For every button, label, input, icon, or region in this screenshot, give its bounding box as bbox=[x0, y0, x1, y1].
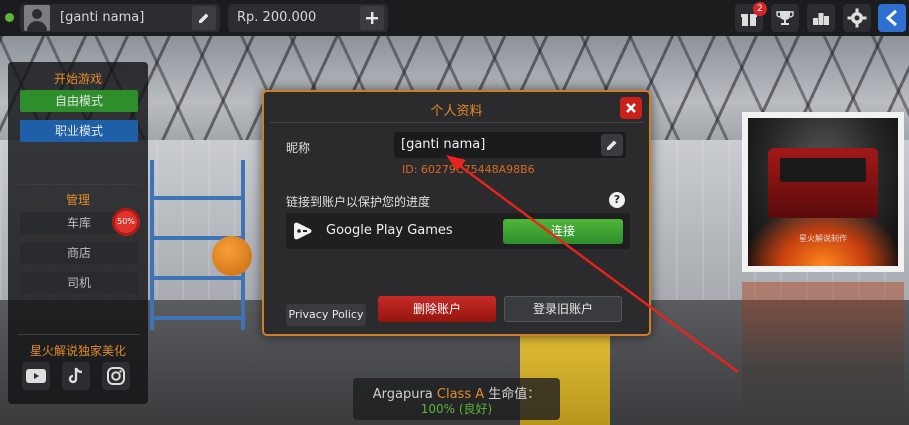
truck-health-value: 100% (良好) bbox=[420, 402, 493, 416]
tiktok-icon bbox=[68, 367, 83, 384]
trophy-icon bbox=[776, 11, 794, 25]
edit-nickname-button[interactable] bbox=[601, 134, 623, 156]
gift-button[interactable]: 2 bbox=[735, 2, 767, 32]
back-button[interactable] bbox=[878, 4, 906, 32]
plus-icon bbox=[366, 12, 378, 24]
nickname-label: 昵称 bbox=[286, 141, 311, 155]
settings-button[interactable] bbox=[843, 4, 871, 32]
online-status-dot bbox=[5, 13, 14, 22]
manage-section-title: 管理 bbox=[65, 193, 90, 207]
top-bar: [ganti nama] Rp. 200.000 2 bbox=[0, 0, 909, 36]
google-play-row: Google Play Games 连接 bbox=[286, 213, 630, 249]
career-mode-button[interactable]: 职业模式 bbox=[20, 120, 138, 142]
gas-tank bbox=[212, 236, 252, 276]
player-id: ID: 60279C75448A98B6 bbox=[402, 163, 535, 176]
profile-chip[interactable]: [ganti nama] bbox=[20, 4, 220, 32]
play-section-title: 开始游戏 bbox=[53, 72, 102, 86]
leaderboard-icon bbox=[813, 13, 829, 25]
back-chevron-icon bbox=[885, 9, 897, 27]
profile-dialog: 个人资料 昵称 [ganti nama] ID: 60279C75448A98B… bbox=[262, 90, 651, 336]
money-value: Rp. 200.000 bbox=[237, 10, 317, 25]
pencil-icon bbox=[607, 140, 617, 150]
instagram-icon bbox=[107, 367, 125, 385]
settings-gear-icon bbox=[847, 8, 867, 28]
free-mode-button[interactable]: 自由模式 bbox=[20, 90, 138, 112]
nickname-field[interactable]: [ganti nama] bbox=[394, 132, 626, 158]
link-account-label: 链接到账户以保护您的进度 bbox=[286, 195, 431, 209]
edit-name-button[interactable] bbox=[192, 6, 216, 30]
tiktok-button[interactable] bbox=[62, 362, 90, 390]
poster-reflection bbox=[742, 282, 904, 425]
close-dialog-button[interactable] bbox=[620, 97, 642, 119]
poster-truck bbox=[768, 148, 878, 218]
sale-badge: 50% bbox=[112, 208, 140, 236]
leaderboard-button[interactable] bbox=[807, 4, 835, 32]
trophy-button[interactable] bbox=[771, 4, 799, 32]
google-play-games-icon bbox=[294, 222, 312, 240]
help-icon[interactable]: ? bbox=[609, 192, 625, 208]
drivers-button[interactable]: 司机 bbox=[20, 272, 138, 294]
left-menu-panel: 开始游戏 自由模式 职业模式 管理 车库 50% 商店 司机 星火解说独家美化 bbox=[8, 62, 148, 404]
instagram-button[interactable] bbox=[102, 362, 130, 390]
player-name: [ganti nama] bbox=[60, 10, 145, 25]
credit-text: 星火解说独家美化 bbox=[29, 344, 126, 358]
poster-image: 星火解说制作 bbox=[748, 118, 898, 266]
add-money-button[interactable] bbox=[360, 6, 384, 30]
nickname-value: [ganti nama] bbox=[401, 137, 486, 152]
login-old-account-button[interactable]: 登录旧账户 bbox=[504, 296, 622, 322]
close-icon bbox=[626, 103, 636, 113]
pencil-icon bbox=[199, 13, 209, 23]
truck-info-panel: Argapura Class A 生命值： 100% (良好) bbox=[353, 378, 560, 420]
truck-poster: 星火解说制作 bbox=[742, 112, 904, 272]
youtube-button[interactable] bbox=[22, 362, 50, 390]
gift-count-badge: 2 bbox=[753, 2, 767, 16]
delete-account-button[interactable]: 删除账户 bbox=[378, 296, 496, 322]
connect-button[interactable]: 连接 bbox=[503, 219, 623, 244]
poster-caption: 星火解说制作 bbox=[799, 234, 847, 243]
google-play-label: Google Play Games bbox=[326, 223, 453, 238]
privacy-policy-button[interactable]: Privacy Policy bbox=[286, 304, 366, 326]
menu-divider bbox=[18, 184, 140, 185]
avatar[interactable] bbox=[24, 5, 50, 31]
youtube-icon bbox=[26, 369, 46, 383]
menu-divider bbox=[18, 334, 140, 335]
dialog-title: 个人资料 bbox=[430, 104, 483, 119]
dialog-divider bbox=[270, 122, 643, 123]
money-chip: Rp. 200.000 bbox=[228, 4, 388, 32]
shop-button[interactable]: 商店 bbox=[20, 242, 138, 264]
